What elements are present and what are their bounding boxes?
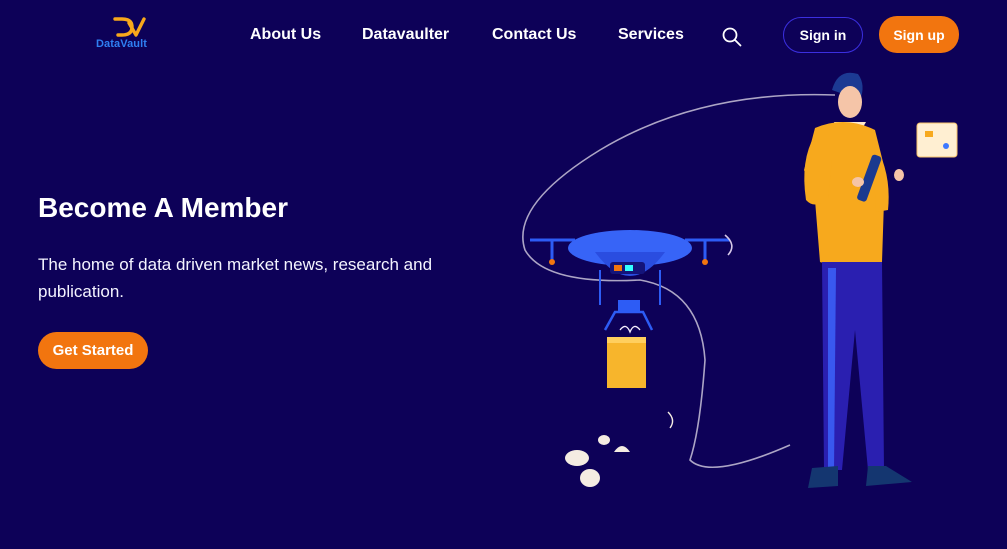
hero-title: Become A Member — [38, 192, 289, 223]
smoke-puffs — [565, 411, 674, 487]
sign-in-button[interactable]: Sign in — [783, 17, 863, 53]
person-with-tablet — [804, 72, 912, 488]
datavault-logo-mark — [113, 17, 146, 37]
get-started-button[interactable]: Get Started — [38, 332, 148, 369]
search-icon — [722, 27, 742, 47]
nav-about-us[interactable]: About Us — [250, 25, 321, 45]
nav-contact-us[interactable]: Contact Us — [492, 25, 576, 45]
nav-datavaulter[interactable]: Datavaulter — [362, 25, 449, 45]
search-button[interactable] — [721, 26, 743, 48]
package-box — [607, 325, 646, 388]
brand-name: DataVault — [96, 38, 148, 50]
location-card — [916, 122, 958, 158]
sign-up-button[interactable]: Sign up — [879, 16, 959, 53]
brand-logo[interactable]: DataVault — [96, 16, 166, 54]
nav-services[interactable]: Services — [618, 25, 684, 45]
drone-flight-path — [522, 93, 836, 469]
hero-illustration — [522, 72, 958, 488]
hero-subtitle: The home of data driven market news, res… — [38, 255, 433, 301]
